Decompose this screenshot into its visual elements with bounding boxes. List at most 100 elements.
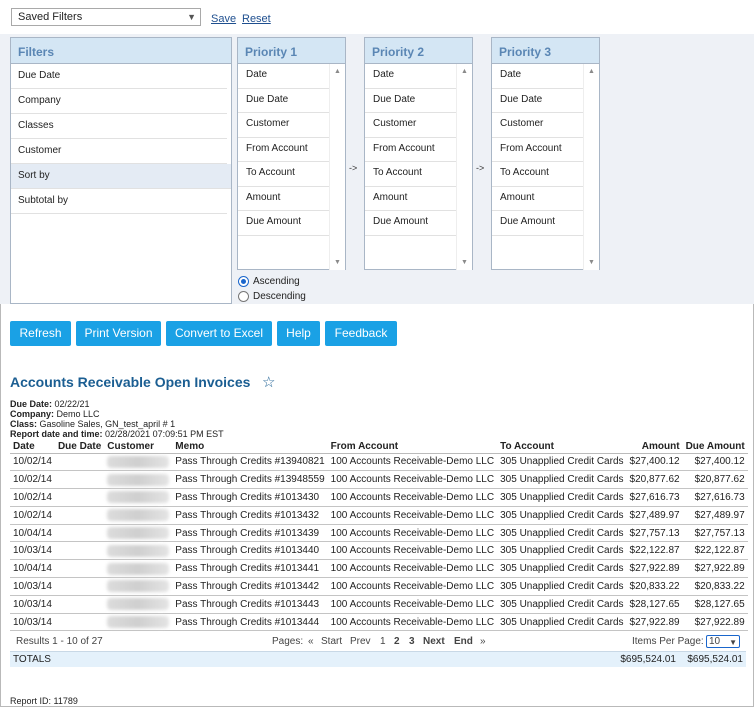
priority-3-option[interactable]: Customer — [492, 113, 584, 138]
page-3-link[interactable]: 3 — [409, 636, 415, 647]
first-page-icon[interactable]: « — [308, 636, 314, 647]
scroll-down-icon[interactable]: ▼ — [334, 259, 341, 266]
scroll-up-icon[interactable]: ▲ — [334, 68, 341, 75]
priority-3-option[interactable]: From Account — [492, 138, 584, 162]
table-row: 10/02/14 Pass Through Credits #13940821 10… — [10, 453, 748, 472]
cell-customer — [104, 470, 173, 490]
priority-2-scrollbar[interactable]: ▲ ▼ — [456, 64, 472, 270]
col-to-account[interactable]: To Account — [497, 441, 627, 454]
end-link[interactable]: End — [454, 636, 473, 647]
priority-3-option[interactable]: Amount — [492, 187, 584, 211]
report-title: Accounts Receivable Open Invoices — [10, 374, 251, 390]
scroll-up-icon[interactable]: ▲ — [461, 68, 468, 75]
priority-2-option[interactable]: Customer — [365, 113, 457, 138]
last-page-icon[interactable]: » — [480, 636, 486, 647]
refresh-button[interactable]: Refresh — [10, 321, 71, 346]
cell-to-account: 305 Unapplied Credit Cards — [497, 613, 627, 632]
priority-1-option[interactable]: Amount — [238, 187, 330, 211]
col-amount[interactable]: Amount — [626, 441, 683, 454]
priority-1-option[interactable]: From Account — [238, 138, 330, 162]
cell-date: 10/03/14 — [10, 577, 55, 596]
cell-due-amount: $22,122.87 — [682, 541, 748, 561]
ascending-radio[interactable] — [238, 276, 249, 287]
col-from-account[interactable]: From Account — [327, 441, 498, 454]
redacted-customer — [107, 455, 170, 468]
filter-item-sort-by[interactable]: Sort by — [11, 164, 231, 189]
priority-2-option[interactable]: Due Amount — [365, 211, 457, 236]
reset-link[interactable]: Reset — [242, 13, 271, 25]
priority-3-list: Priority 3 Date Due Date Customer From A… — [491, 37, 600, 270]
filter-item-customer[interactable]: Customer — [11, 139, 227, 164]
filter-item-due-date[interactable]: Due Date — [11, 64, 227, 89]
totals-label: TOTALS — [13, 654, 51, 665]
page-1-link[interactable]: 1 — [380, 636, 386, 647]
convert-to-excel-button[interactable]: Convert to Excel — [166, 321, 272, 346]
ascending-option[interactable]: Ascending — [238, 276, 300, 287]
priority-3-option[interactable]: To Account — [492, 162, 584, 187]
cell-due-date — [54, 541, 105, 561]
priority-1-option[interactable]: Customer — [238, 113, 330, 138]
priority-3-option[interactable]: Date — [492, 64, 584, 89]
descending-label: Descending — [253, 291, 306, 302]
col-customer[interactable]: Customer — [104, 441, 173, 454]
cell-memo: Pass Through Credits #1013442 — [172, 577, 328, 596]
priority-1-scrollbar[interactable]: ▲ ▼ — [329, 64, 345, 270]
cell-due-date — [54, 559, 105, 579]
prev-link[interactable]: Prev — [350, 636, 371, 647]
cell-memo: Pass Through Credits #1013443 — [172, 595, 328, 614]
print-version-button[interactable]: Print Version — [76, 321, 161, 346]
scroll-down-icon[interactable]: ▼ — [461, 259, 468, 266]
cell-due-date — [54, 488, 105, 507]
scroll-up-icon[interactable]: ▲ — [588, 68, 595, 75]
priority-2-option[interactable]: Date — [365, 64, 457, 89]
redacted-customer — [107, 527, 170, 540]
cell-from-account: 100 Accounts Receivable-Demo LLC — [327, 524, 498, 543]
priority-2-option[interactable]: To Account — [365, 162, 457, 187]
top-toolbar: Saved Filters ▼ Save Reset — [0, 0, 754, 34]
priority-3-option[interactable]: Due Amount — [492, 211, 584, 236]
star-icon[interactable]: ☆ — [262, 373, 275, 391]
report-id: Report ID: 11789 — [10, 696, 78, 706]
priority-1-list: Priority 1 Date Due Date Customer From A… — [237, 37, 346, 270]
priority-3-header: Priority 3 — [492, 38, 599, 64]
col-due-date[interactable]: Due Date — [54, 441, 105, 454]
cell-date: 10/02/14 — [10, 470, 55, 490]
meta-due-date: Due Date: 02/22/21 — [10, 399, 90, 409]
saved-filters-select[interactable]: Saved Filters ▼ — [11, 8, 201, 26]
col-due-amount[interactable]: Due Amount — [682, 441, 748, 454]
col-memo[interactable]: Memo — [172, 441, 328, 454]
priority-1-option[interactable]: To Account — [238, 162, 330, 187]
cell-due-date — [54, 506, 105, 525]
help-button[interactable]: Help — [277, 321, 320, 346]
priority-1-option[interactable]: Due Date — [238, 89, 330, 113]
priority-2-option[interactable]: Amount — [365, 187, 457, 211]
priority-3-scrollbar[interactable]: ▲ ▼ — [583, 64, 599, 270]
cell-date: 10/02/14 — [10, 453, 55, 472]
filter-item-subtotal-by[interactable]: Subtotal by — [11, 189, 227, 214]
scroll-down-icon[interactable]: ▼ — [588, 259, 595, 266]
start-link[interactable]: Start — [321, 636, 342, 647]
items-per-page-select[interactable]: 10 ▼ — [706, 635, 740, 648]
priority-1-option[interactable]: Due Amount — [238, 211, 330, 236]
cell-to-account: 305 Unapplied Credit Cards — [497, 488, 627, 507]
cell-customer — [104, 453, 173, 472]
priority-2-option[interactable]: Due Date — [365, 89, 457, 113]
descending-option[interactable]: Descending — [238, 291, 306, 302]
col-date[interactable]: Date — [10, 441, 55, 454]
totals-row: TOTALS $695,524.01 $695,524.01 — [10, 651, 746, 667]
filter-item-classes[interactable]: Classes — [11, 114, 227, 139]
redacted-customer — [107, 491, 170, 504]
feedback-button[interactable]: Feedback — [325, 321, 397, 346]
cell-due-date — [54, 524, 105, 543]
cell-due-amount: $27,400.12 — [682, 453, 748, 472]
descending-radio[interactable] — [238, 291, 249, 302]
filter-item-company[interactable]: Company — [11, 89, 227, 114]
priority-1-option[interactable]: Date — [238, 64, 330, 89]
save-link[interactable]: Save — [211, 13, 236, 25]
priority-3-option[interactable]: Due Date — [492, 89, 584, 113]
next-link[interactable]: Next — [423, 636, 445, 647]
cell-due-amount: $27,489.97 — [682, 506, 748, 525]
page-2-link[interactable]: 2 — [394, 636, 400, 647]
priority-2-option[interactable]: From Account — [365, 138, 457, 162]
table-row: 10/04/14 Pass Through Credits #1013441 100… — [10, 559, 748, 579]
